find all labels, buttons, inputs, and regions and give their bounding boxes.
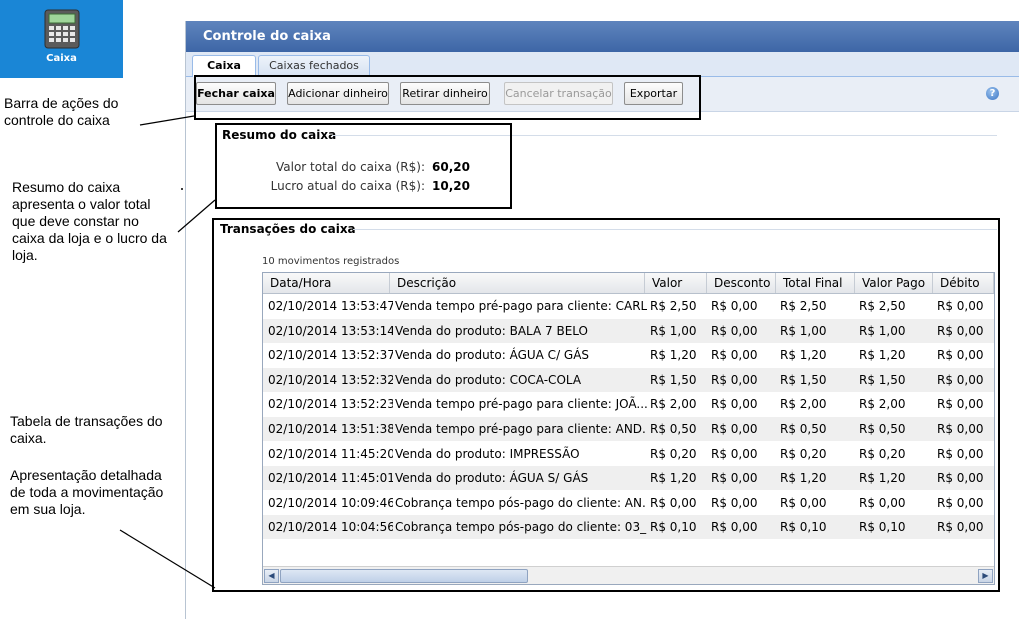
leader-lines bbox=[119, 115, 216, 589]
